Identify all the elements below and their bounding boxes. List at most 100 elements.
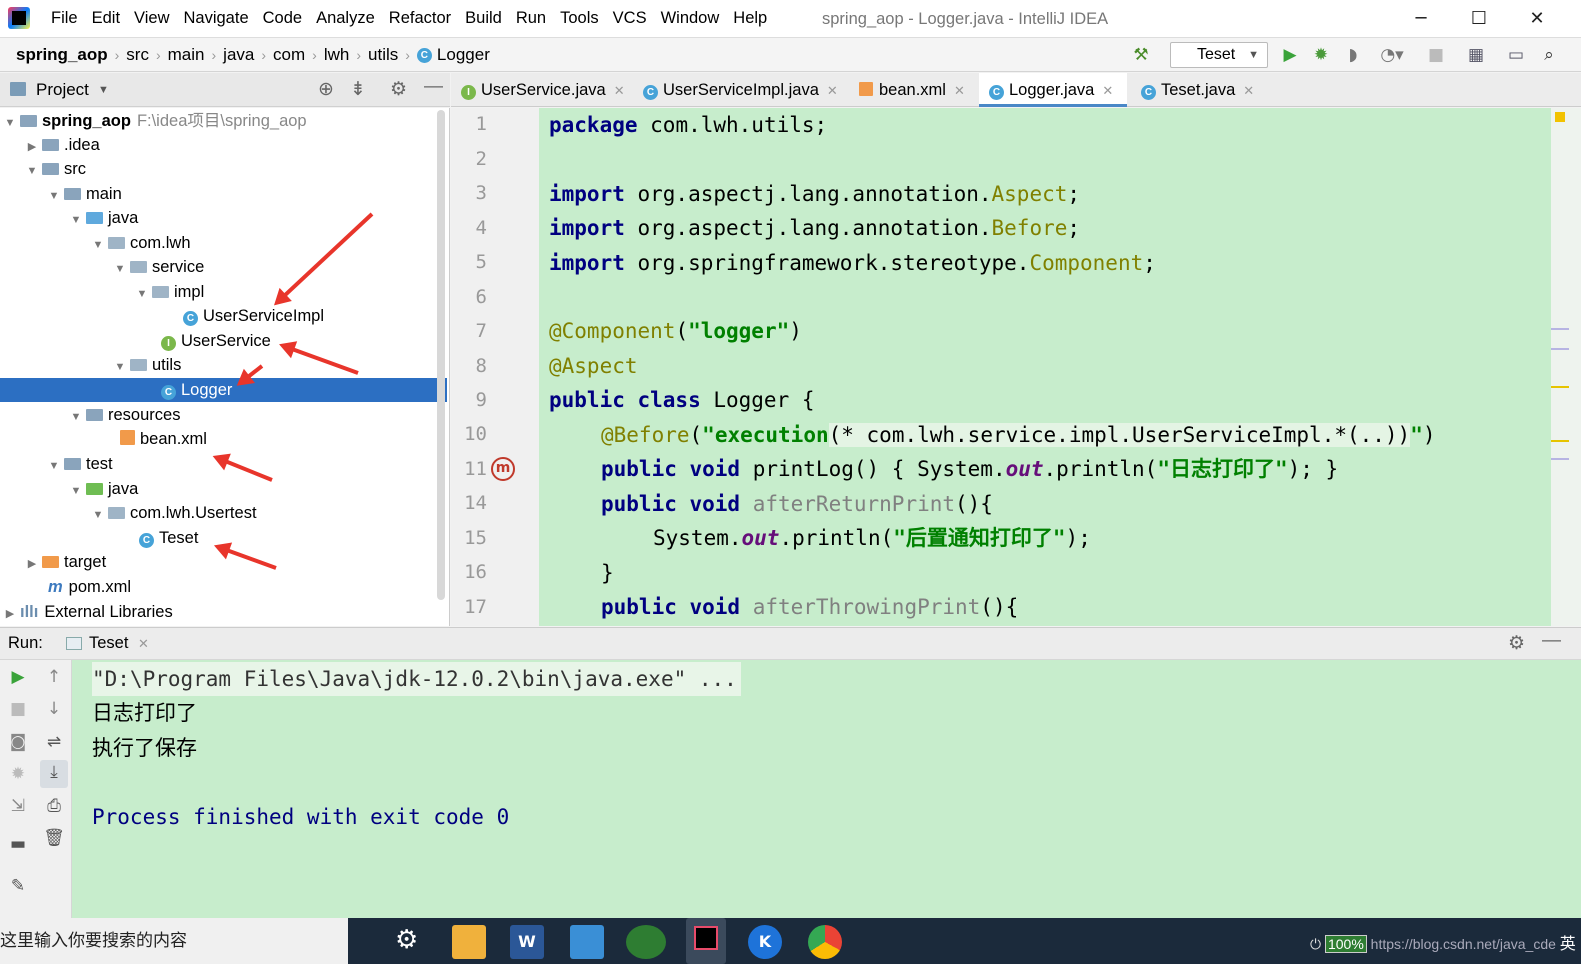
tree-item-userservice[interactable]: I UserService xyxy=(0,329,447,353)
word-icon[interactable]: W xyxy=(510,925,544,959)
gear-icon[interactable]: ⚙ xyxy=(390,78,407,101)
menu-tools[interactable]: Tools xyxy=(553,9,606,28)
tab-bean-xml[interactable]: bean.xml ✕ xyxy=(849,73,975,107)
close-icon[interactable]: ✕ xyxy=(1102,83,1113,98)
run-icon[interactable]: ▶ xyxy=(1279,44,1301,66)
close-button[interactable]: ✕ xyxy=(1520,6,1554,32)
locate-icon[interactable]: ⊕ xyxy=(318,78,334,101)
tree-item-service[interactable]: ▼ service xyxy=(0,255,447,279)
tree-item-logger[interactable]: C Logger xyxy=(0,378,447,402)
tree-scrollbar[interactable] xyxy=(437,110,445,600)
breadcrumb-utils[interactable]: utils xyxy=(368,45,398,65)
layout-icon[interactable]: ▭ xyxy=(1505,44,1527,66)
settings-icon[interactable]: ⚙ xyxy=(395,925,418,955)
stripe-mark[interactable] xyxy=(1551,328,1569,330)
tree-item-com-lwh[interactable]: ▼ com.lwh xyxy=(0,231,447,255)
breadcrumb-project[interactable]: spring_aop xyxy=(16,45,108,65)
tree-item-main[interactable]: ▼ main xyxy=(0,182,447,206)
tree-item-pom-xml[interactable]: m pom.xml xyxy=(0,575,447,599)
menu-view[interactable]: View xyxy=(127,9,176,28)
search-icon[interactable]: ⌕ xyxy=(1538,44,1560,66)
tree-item-idea[interactable]: ▶ .idea xyxy=(0,133,447,157)
app-icon[interactable] xyxy=(626,925,666,959)
menu-window[interactable]: Window xyxy=(654,9,727,28)
close-icon[interactable]: ✕ xyxy=(827,83,838,98)
tree-item-com-lwh-usertest[interactable]: ▼ com.lwh.Usertest xyxy=(0,501,447,525)
menu-build[interactable]: Build xyxy=(458,9,509,28)
rerun-icon[interactable]: ▶ xyxy=(6,665,30,689)
breadcrumb-lwh[interactable]: lwh xyxy=(324,45,350,65)
stripe-mark[interactable] xyxy=(1551,458,1569,460)
menu-help[interactable]: Help xyxy=(726,9,774,28)
tree-item-userserviceimpl[interactable]: C UserServiceImpl xyxy=(0,304,447,328)
project-structure-icon[interactable]: ▦ xyxy=(1465,44,1487,66)
camera-icon[interactable]: ◙ xyxy=(6,730,30,754)
battery-indicator[interactable]: 100% xyxy=(1324,935,1367,953)
hide-icon[interactable]: — xyxy=(424,76,443,98)
coverage-icon[interactable]: ◗ xyxy=(1342,44,1364,66)
tree-item-root[interactable]: ▼ spring_aop F:\idea项目\spring_aop xyxy=(0,109,447,133)
breadcrumb-main[interactable]: main xyxy=(168,45,205,65)
stop-icon[interactable]: ■ xyxy=(6,697,30,721)
console-output[interactable]: "D:\Program Files\Java\jdk-12.0.2\bin\ja… xyxy=(72,660,1581,918)
tree-item-test-java[interactable]: ▼ java xyxy=(0,477,447,501)
stripe-mark[interactable] xyxy=(1551,386,1569,388)
chrome-icon[interactable] xyxy=(808,925,842,959)
up-icon[interactable]: ↑ xyxy=(42,665,66,689)
debug-icon[interactable]: ✹ xyxy=(6,762,30,786)
hide-icon[interactable]: — xyxy=(1542,630,1561,652)
soft-wrap-icon[interactable]: ⇌ xyxy=(42,730,66,754)
breadcrumb-logger[interactable]: Logger xyxy=(437,45,490,65)
inspection-status-icon[interactable] xyxy=(1555,112,1565,122)
run-tab-label[interactable]: Teset xyxy=(89,634,128,653)
close-icon[interactable]: ✕ xyxy=(954,83,965,98)
editor-error-stripe[interactable] xyxy=(1551,108,1581,626)
stop-icon[interactable]: ■ xyxy=(1425,44,1447,66)
import-icon[interactable]: ⇲ xyxy=(6,794,30,818)
tab-userservice-java[interactable]: I UserService.java ✕ xyxy=(451,73,629,107)
taskbar-search[interactable]: 这里输入你要搜索的内容 xyxy=(0,918,348,964)
breadcrumb-com[interactable]: com xyxy=(273,45,305,65)
chevron-down-icon[interactable]: ▼ xyxy=(98,84,109,96)
tab-logger-java[interactable]: C Logger.java ✕ xyxy=(979,73,1127,107)
menu-file[interactable]: File xyxy=(44,9,85,28)
collapse-all-icon[interactable]: ⇟ xyxy=(350,78,366,101)
menu-vcs[interactable]: VCS xyxy=(606,9,654,28)
file-explorer-icon[interactable] xyxy=(452,925,486,959)
menu-navigate[interactable]: Navigate xyxy=(177,9,256,28)
project-view-title[interactable]: Project xyxy=(36,80,89,100)
tab-teset-java[interactable]: C Teset.java ✕ xyxy=(1131,73,1261,107)
tree-item-resources[interactable]: ▼ resources xyxy=(0,403,447,427)
menu-run[interactable]: Run xyxy=(509,9,553,28)
code-editor[interactable]: package com.lwh.utils; import org.aspect… xyxy=(539,108,1551,626)
tree-item-external-libraries[interactable]: ▶ ıllı External Libraries xyxy=(0,600,447,624)
ime-indicator[interactable]: 英 xyxy=(1560,936,1576,953)
tree-item-impl[interactable]: ▼ impl xyxy=(0,280,447,304)
hammer-icon[interactable]: ⚒ xyxy=(1130,44,1152,66)
breadcrumb-java[interactable]: java xyxy=(223,45,254,65)
tree-item-src[interactable]: ▼ src xyxy=(0,157,447,181)
k-app-icon[interactable]: K xyxy=(748,925,782,959)
stripe-mark[interactable] xyxy=(1551,440,1569,442)
aspect-advice-icon[interactable]: m xyxy=(491,457,515,481)
tree-item-utils[interactable]: ▼ utils xyxy=(0,353,447,377)
debug-icon[interactable]: ✹ xyxy=(1310,44,1332,66)
pin-icon[interactable]: ✎ xyxy=(6,874,30,898)
breadcrumb-src[interactable]: src xyxy=(126,45,149,65)
print-icon[interactable]: ⎙ xyxy=(42,794,66,818)
close-icon[interactable]: ✕ xyxy=(1243,83,1254,98)
scroll-to-end-icon[interactable]: ⤓ xyxy=(40,760,68,788)
stripe-mark[interactable] xyxy=(1551,348,1569,350)
menu-refactor[interactable]: Refactor xyxy=(382,9,458,28)
profile-icon[interactable]: ◔▾ xyxy=(1374,44,1410,66)
tree-item-bean-xml[interactable]: bean.xml xyxy=(0,427,447,451)
layout-icon[interactable]: ▬ xyxy=(6,832,30,856)
menu-code[interactable]: Code xyxy=(256,9,309,28)
close-icon[interactable]: ✕ xyxy=(138,636,149,652)
tab-userserviceimpl-java[interactable]: C UserServiceImpl.java ✕ xyxy=(633,73,845,107)
menu-edit[interactable]: Edit xyxy=(85,9,127,28)
trash-icon[interactable]: 🗑 xyxy=(42,826,66,850)
down-icon[interactable]: ↓ xyxy=(42,697,66,721)
maximize-button[interactable]: ☐ xyxy=(1462,6,1496,32)
gear-icon[interactable]: ⚙ xyxy=(1508,632,1525,655)
